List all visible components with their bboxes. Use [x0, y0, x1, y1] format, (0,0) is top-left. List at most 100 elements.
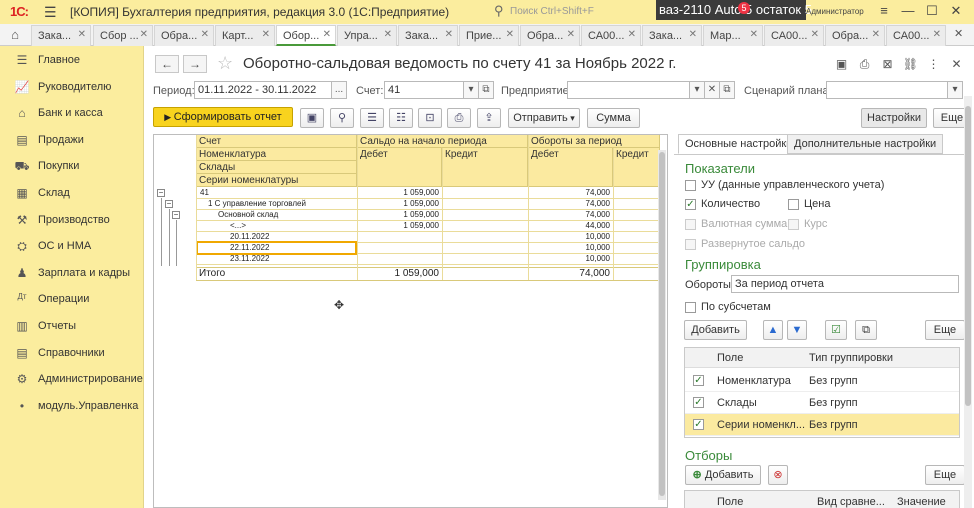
sidebar-item[interactable]: ▤ Справочники: [0, 344, 144, 364]
enterprise-field[interactable]: [567, 81, 690, 99]
tab-extra-settings[interactable]: Дополнительные настройки: [787, 134, 944, 154]
expanded-balance-checkbox[interactable]: [685, 239, 696, 250]
report-spreadsheet[interactable]: Счет Номенклатура Склады Серии номенклат…: [153, 134, 668, 508]
notification-badge[interactable]: 5: [738, 2, 750, 14]
grouping-row-checkbox[interactable]: ✓: [693, 419, 704, 430]
tab-item[interactable]: Прие... ✕: [459, 25, 519, 46]
grouping-add-button[interactable]: Добавить: [684, 320, 747, 340]
tab-close-icon[interactable]: ✕: [140, 29, 148, 40]
tab-close-icon[interactable]: ✕: [262, 29, 270, 40]
export-icon[interactable]: ⇪: [477, 108, 501, 128]
sidebar-item[interactable]: ⛭ ОС и НМА: [0, 237, 144, 257]
print-icon[interactable]: ⎙: [853, 57, 876, 72]
collapse-groups-icon[interactable]: ☷: [389, 108, 413, 128]
report-scroll-thumb[interactable]: [659, 152, 665, 496]
main-menu-icon[interactable]: ☰: [44, 4, 57, 21]
tab-close-icon[interactable]: ✕: [933, 29, 941, 40]
preview-icon[interactable]: ⊡: [418, 108, 442, 128]
tab-close-icon[interactable]: ✕: [689, 29, 697, 40]
sidebar-item[interactable]: ⛟ Покупки: [0, 157, 144, 177]
uu-checkbox[interactable]: [685, 180, 696, 191]
collapse-level1-icon[interactable]: −: [157, 189, 165, 197]
check-all-icon[interactable]: ☑: [825, 320, 847, 340]
sidebar-item[interactable]: Дт Операции: [0, 290, 144, 310]
form-close-icon[interactable]: ✕: [945, 57, 968, 71]
enterprise-clear-icon[interactable]: ✕: [704, 81, 720, 99]
tab-close-icon[interactable]: ✕: [384, 29, 392, 40]
grouping-row[interactable]: ✓ Серии номенкл... Без групп: [685, 414, 959, 436]
move-up-icon[interactable]: ▲: [763, 320, 783, 340]
maximize-icon[interactable]: ☐: [920, 3, 944, 19]
move-down-icon[interactable]: ▼: [787, 320, 807, 340]
tab-item[interactable]: СА00... ✕: [886, 25, 946, 46]
tab-item[interactable]: Зака... ✕: [31, 25, 91, 46]
tab-item[interactable]: Сбор ... ✕: [93, 25, 153, 46]
tab-item[interactable]: СА00... ✕: [764, 25, 824, 46]
tab-item[interactable]: Зака... ✕: [398, 25, 458, 46]
enterprise-dropdown-icon[interactable]: ▾: [689, 81, 705, 99]
enterprise-open-icon[interactable]: ⧉: [719, 81, 735, 99]
menu-lines-icon[interactable]: ≡: [872, 3, 896, 18]
home-icon[interactable]: ⌂: [0, 24, 30, 46]
grouping-row-checkbox[interactable]: ✓: [693, 397, 704, 408]
quantity-checkbox[interactable]: ✓: [685, 199, 696, 210]
price-checkbox[interactable]: [788, 199, 799, 210]
tab-item[interactable]: СА00... ✕: [581, 25, 641, 46]
selected-cell[interactable]: [196, 241, 357, 255]
minimize-icon[interactable]: —: [896, 3, 920, 18]
rate-checkbox[interactable]: [788, 219, 799, 230]
turnover-field[interactable]: За период отчета: [731, 275, 959, 293]
tab-main-settings[interactable]: Основные настройки: [678, 134, 800, 154]
tab-close-icon[interactable]: ✕: [445, 29, 453, 40]
currency-checkbox[interactable]: [685, 219, 696, 230]
tab-item[interactable]: Мар... ✕: [703, 25, 763, 46]
panel-scroll-thumb[interactable]: [965, 106, 971, 406]
tab-close-icon[interactable]: ✕: [872, 29, 880, 40]
tab-item[interactable]: Обра... ✕: [154, 25, 214, 46]
expand-groups-icon[interactable]: ☰: [360, 108, 384, 128]
find-icon[interactable]: ⚲: [330, 108, 354, 128]
grouping-row[interactable]: ✓ Склады Без групп: [685, 392, 959, 414]
sidebar-item[interactable]: ▥ Отчеты: [0, 317, 144, 337]
filters-delete-icon[interactable]: ⊗: [768, 465, 788, 485]
tab-close-icon[interactable]: ✕: [567, 29, 575, 40]
tab-item[interactable]: Зака... ✕: [642, 25, 702, 46]
filters-add-button[interactable]: ⊕ Добавить: [685, 465, 761, 485]
tab-close-icon[interactable]: ✕: [201, 29, 209, 40]
close-icon[interactable]: ✕: [944, 3, 968, 19]
tab-item[interactable]: Упра... ✕: [337, 25, 397, 46]
collapse-level3-icon[interactable]: −: [172, 211, 180, 219]
panel-scrollbar[interactable]: [964, 96, 972, 508]
report-scrollbar[interactable]: [658, 150, 666, 500]
grouping-row[interactable]: ✓ Номенклатура Без групп: [685, 370, 959, 392]
sidebar-item[interactable]: • модуль.Управленка: [0, 397, 144, 417]
settings-button[interactable]: Настройки: [861, 108, 927, 128]
grouping-more-button[interactable]: Еще: [925, 320, 965, 340]
print-preview-icon[interactable]: ⊠: [876, 57, 899, 71]
account-open-icon[interactable]: ⧉: [478, 81, 494, 99]
sidebar-item[interactable]: ▤ Продажи: [0, 131, 144, 151]
tab-item[interactable]: Обра... ✕: [825, 25, 885, 46]
period-select-button[interactable]: ...: [331, 81, 347, 99]
sidebar-item[interactable]: ⚙ Администрирование: [0, 370, 144, 390]
tab-close-icon[interactable]: ✕: [323, 29, 331, 40]
copy-icon[interactable]: ⧉: [855, 320, 877, 340]
tab-close-icon[interactable]: ✕: [811, 29, 819, 40]
sidebar-item[interactable]: ⚒ Производство: [0, 211, 144, 231]
print-report-icon[interactable]: ⎙: [447, 108, 471, 128]
tab-item[interactable]: Обра... ✕: [520, 25, 580, 46]
global-search[interactable]: ⚲ Поиск Ctrl+Shift+F: [494, 3, 664, 21]
sum-button[interactable]: Сумма: [587, 108, 640, 128]
tab-close-icon[interactable]: ✕: [78, 29, 86, 40]
sidebar-item[interactable]: ⌂ Банк и касса: [0, 104, 144, 124]
sidebar-item[interactable]: ▦ Склад: [0, 184, 144, 204]
scenario-dropdown-icon[interactable]: ▾: [947, 81, 963, 99]
account-field[interactable]: 41: [384, 81, 464, 99]
account-dropdown-icon[interactable]: ▾: [463, 81, 479, 99]
sidebar-item[interactable]: ♟ Зарплата и кадры: [0, 264, 144, 284]
tab-item[interactable]: Обор... ✕: [276, 25, 336, 46]
link-icon[interactable]: ⛓: [899, 57, 922, 71]
close-all-tabs-icon[interactable]: ✕: [954, 27, 963, 40]
back-button[interactable]: ←: [155, 55, 179, 73]
forward-button[interactable]: →: [183, 55, 207, 73]
